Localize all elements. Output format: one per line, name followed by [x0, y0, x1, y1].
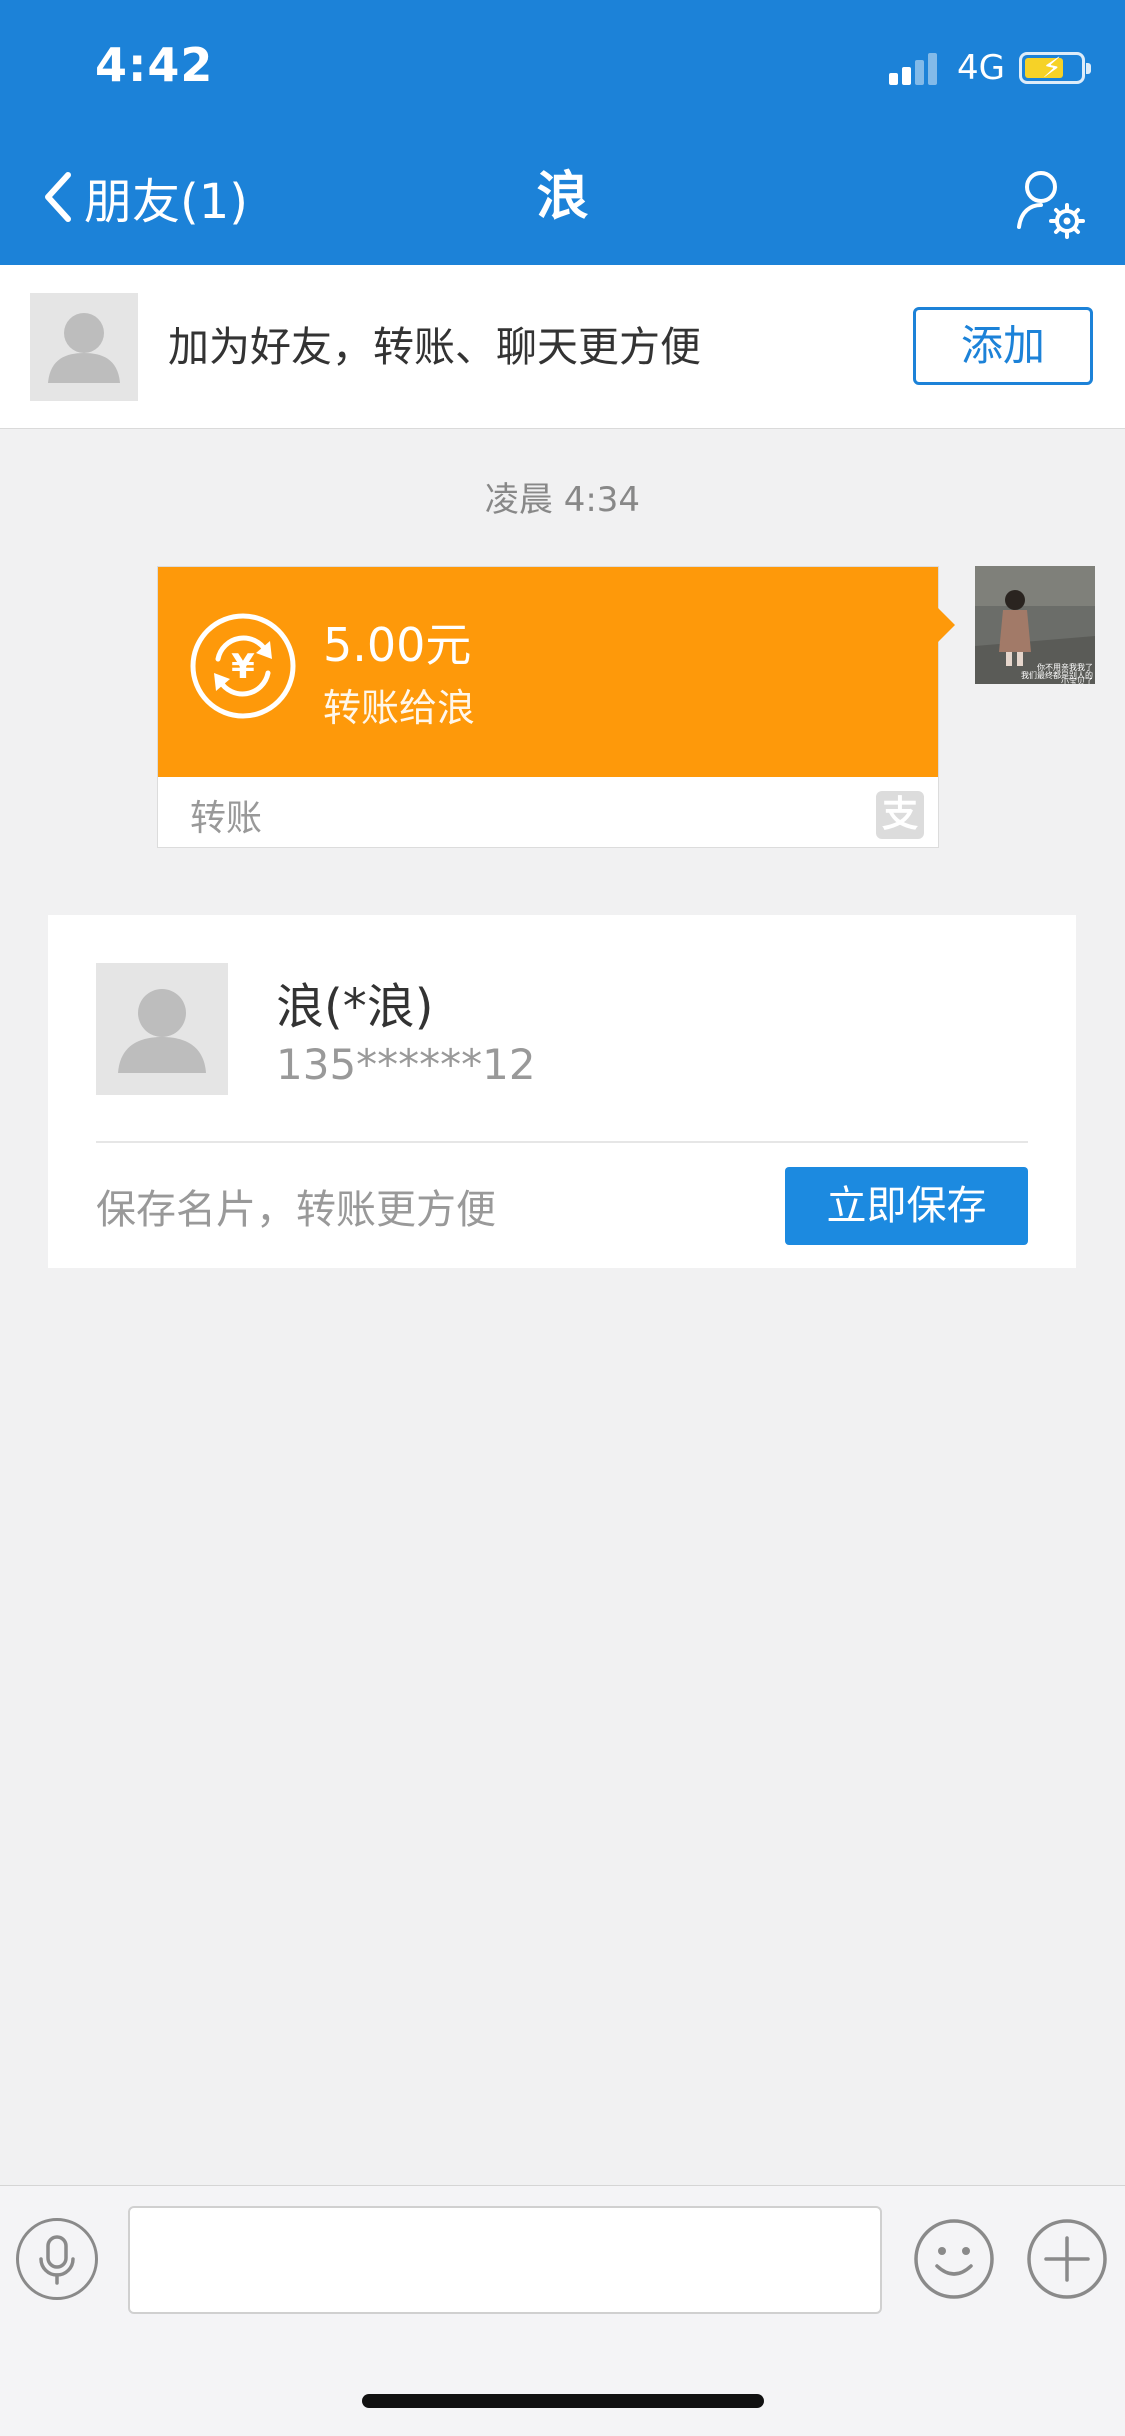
- transfer-description: 转账给浪: [323, 686, 476, 730]
- add-friend-banner: 加为好友，转账、聊天更方便 添加: [0, 265, 1125, 429]
- emoji-button[interactable]: [913, 2218, 995, 2300]
- user-settings-button[interactable]: [1011, 165, 1087, 241]
- signal-icon: [889, 51, 941, 85]
- message-input[interactable]: [128, 2206, 882, 2314]
- battery-charging-icon: ⚡: [1019, 51, 1091, 84]
- top-bar: 4:42 4G ⚡ 朋友(1) 浪: [0, 0, 1125, 265]
- transfer-icon: ¥: [190, 613, 296, 719]
- transfer-footer-label: 转账: [190, 798, 263, 839]
- save-card-button[interactable]: 立即保存: [785, 1167, 1028, 1245]
- sender-avatar[interactable]: 你不用亲我我了 我们最终都是别人的 小宝贝了: [975, 566, 1095, 684]
- alipay-icon: 支: [876, 791, 924, 839]
- back-label: 朋友(1): [84, 174, 248, 230]
- transfer-message[interactable]: ¥ 5.00元 转账给浪 转账 支: [157, 566, 955, 848]
- default-avatar-icon: [48, 313, 120, 383]
- add-friend-button[interactable]: 添加: [913, 307, 1093, 385]
- contact-phone: 135******12: [276, 1040, 536, 1089]
- transfer-header: ¥ 5.00元 转账给浪: [158, 567, 938, 777]
- microphone-icon: [39, 2235, 75, 2285]
- more-button[interactable]: [1026, 2218, 1108, 2300]
- emoji-icon: [914, 2219, 994, 2299]
- avatar: [30, 293, 138, 401]
- svg-text:¥: ¥: [231, 647, 255, 687]
- network-type: 4G: [957, 48, 1005, 88]
- banner-text: 加为好友，转账、聊天更方便: [168, 323, 701, 371]
- message-timestamp: 凌晨 4:34: [484, 480, 641, 520]
- photo-avatar-icon: 你不用亲我我了 我们最终都是别人的 小宝贝了: [975, 566, 1095, 684]
- contact-name: 浪(*浪): [276, 979, 434, 1035]
- chevron-left-icon: [45, 172, 71, 222]
- status-indicators: 4G ⚡: [889, 48, 1091, 88]
- bubble-tail: [937, 607, 955, 643]
- transfer-amount: 5.00元: [323, 618, 472, 672]
- avatar-caption-line: 小宝贝了: [1061, 676, 1093, 684]
- home-indicator: [362, 2394, 764, 2408]
- plus-icon: [1027, 2219, 1107, 2299]
- save-card-hint: 保存名片，转账更方便: [96, 1187, 496, 1233]
- divider: [96, 1141, 1028, 1143]
- user-settings-icon: [1017, 171, 1085, 239]
- status-time: 4:42: [95, 38, 214, 92]
- default-avatar-icon: [118, 989, 206, 1073]
- voice-button[interactable]: [16, 2218, 98, 2300]
- back-button[interactable]: 朋友(1): [40, 162, 248, 232]
- avatar: [96, 963, 228, 1095]
- contact-card: 浪(*浪) 135******12 保存名片，转账更方便 立即保存: [48, 915, 1076, 1268]
- message-input-bar: [0, 2185, 1125, 2436]
